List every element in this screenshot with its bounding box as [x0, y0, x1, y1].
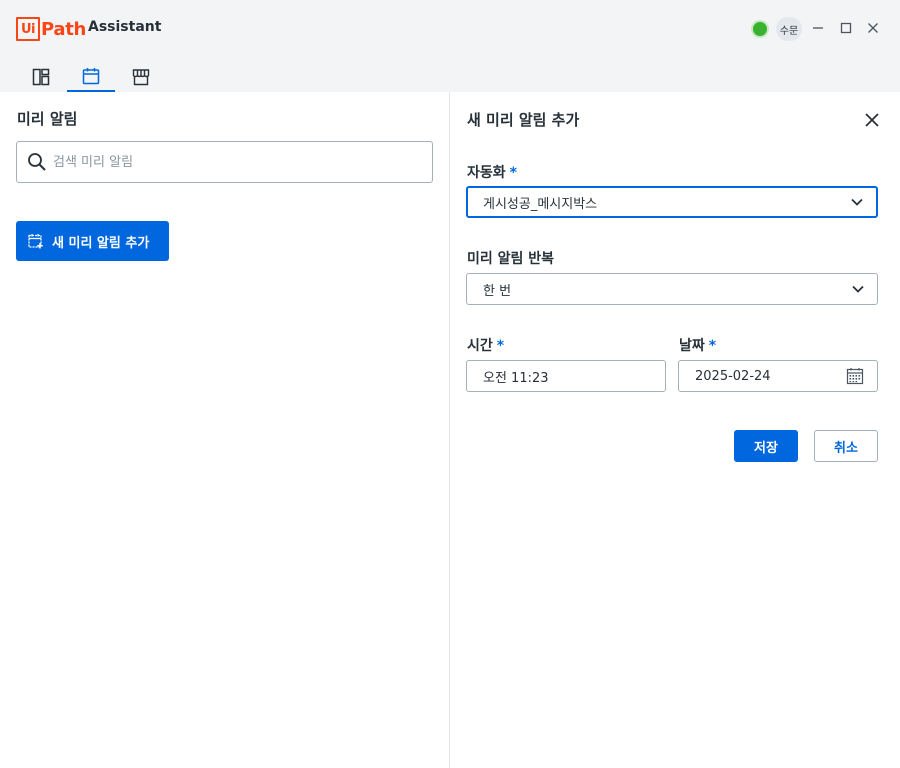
search-icon	[27, 152, 47, 172]
time-input[interactable]: 오전 11:23	[466, 360, 666, 392]
minimize-button[interactable]	[807, 17, 829, 39]
time-value: 오전 11:23	[483, 370, 549, 386]
close-icon	[865, 113, 879, 127]
title-bar: Ui Path Assistant 수문	[0, 0, 900, 92]
chevron-down-icon	[850, 195, 864, 209]
status-indicator	[753, 22, 767, 36]
close-panel-button[interactable]	[860, 108, 884, 132]
automation-select[interactable]: 게시성공_메시지박스	[466, 186, 878, 218]
date-label: 날짜 *	[679, 338, 717, 354]
form-title: 새 미리 알림 추가	[467, 111, 580, 129]
page-title: 미리 알림	[17, 110, 78, 128]
uipath-logo: Ui Path	[16, 17, 86, 41]
logo-text: Path	[41, 18, 87, 40]
add-reminder-button[interactable]: 새 미리 알림 추가	[16, 221, 169, 261]
automation-label: 자동화 *	[467, 165, 517, 181]
app-name: Assistant	[88, 19, 162, 35]
logo-box: Ui	[16, 17, 40, 41]
user-avatar[interactable]: 수문	[776, 17, 802, 41]
date-input[interactable]: 2025-02-24	[678, 360, 878, 392]
store-icon	[132, 69, 150, 86]
required-marker: *	[509, 165, 517, 181]
close-icon	[868, 23, 878, 33]
new-reminder-panel: 새 미리 알림 추가 자동화 * 게시성공_메시지박스 미리 알림 반복 한 번 …	[450, 92, 900, 768]
automation-value: 게시성공_메시지박스	[483, 196, 598, 212]
maximize-icon	[840, 22, 852, 34]
tab-marketplace[interactable]	[117, 62, 165, 92]
repeat-select[interactable]: 한 번	[466, 273, 878, 305]
tab-dashboard[interactable]	[17, 62, 65, 92]
required-marker: *	[708, 338, 717, 354]
calendar-icon	[82, 68, 100, 85]
repeat-value: 한 번	[483, 283, 512, 299]
repeat-label: 미리 알림 반복	[467, 251, 555, 267]
cancel-button[interactable]: 취소	[814, 430, 878, 462]
calendar-picker-icon[interactable]	[846, 367, 864, 385]
date-value: 2025-02-24	[695, 368, 771, 384]
chevron-down-icon	[851, 282, 865, 296]
minimize-icon	[813, 27, 823, 29]
tab-reminders[interactable]	[67, 62, 115, 92]
calendar-add-icon	[28, 233, 44, 249]
dashboard-icon	[32, 68, 50, 86]
search-box[interactable]	[16, 141, 433, 183]
save-button[interactable]: 저장	[734, 430, 798, 462]
search-input[interactable]	[53, 154, 413, 170]
add-reminder-label: 새 미리 알림 추가	[52, 235, 150, 251]
time-label: 시간 *	[467, 338, 505, 354]
required-marker: *	[496, 338, 505, 354]
window-close-button[interactable]	[862, 17, 884, 39]
reminders-list-panel: 미리 알림 새 미리 알림 추가	[0, 92, 449, 768]
maximize-button[interactable]	[835, 17, 857, 39]
